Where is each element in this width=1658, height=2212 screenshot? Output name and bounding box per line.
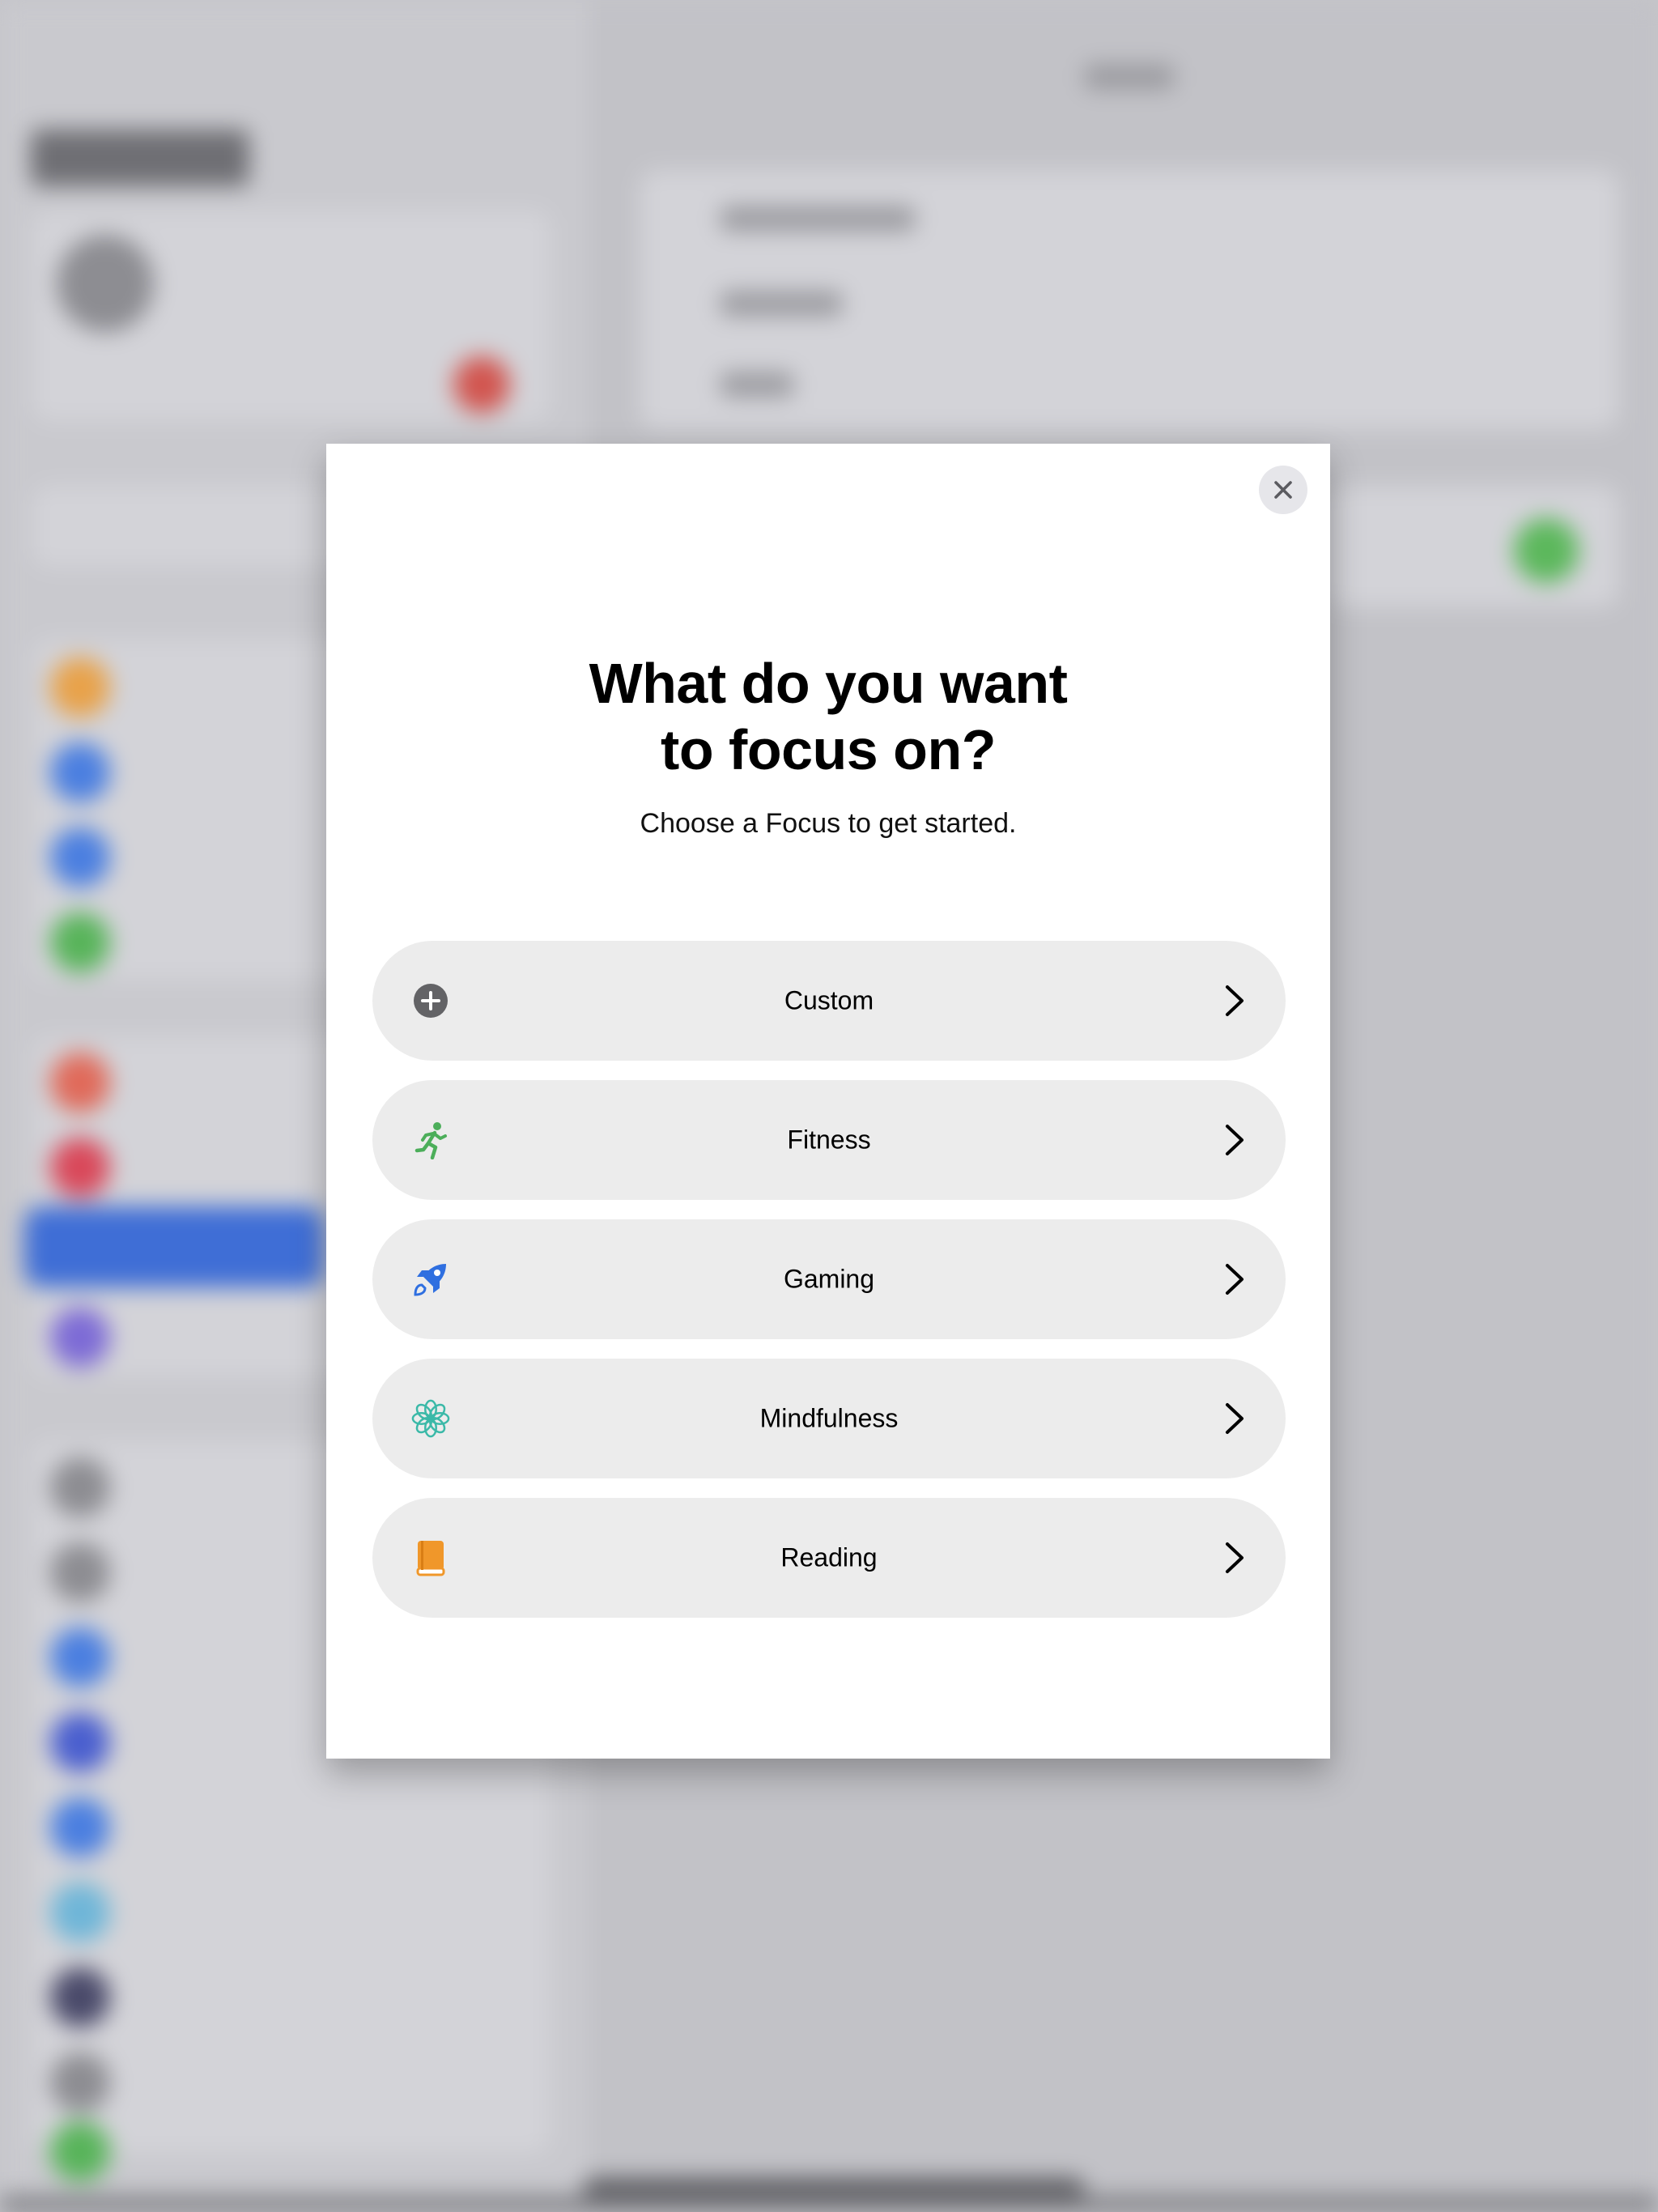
background-app-icon	[50, 657, 110, 717]
focus-options-list: Custom Fitness Gaming Mindfulness Readin…	[372, 941, 1286, 1637]
background-text	[721, 206, 915, 231]
focus-option-label: Gaming	[783, 1264, 875, 1294]
chevron-right-icon	[1226, 1264, 1244, 1295]
focus-option-reading[interactable]: Reading	[372, 1498, 1286, 1618]
background-avatar	[57, 235, 154, 332]
sheet-title-line-2: to focus on?	[661, 718, 996, 781]
focus-option-label: Custom	[784, 985, 874, 1015]
focus-option-label: Reading	[780, 1542, 878, 1572]
background-text	[721, 291, 842, 316]
background-app-icon	[50, 1542, 110, 1602]
background-app-icon	[50, 912, 110, 972]
background-title	[31, 130, 249, 186]
chevron-right-icon	[1226, 1542, 1244, 1573]
xmark-icon	[1274, 481, 1292, 499]
background-selected-row	[24, 1206, 324, 1287]
background-app-icon	[50, 1797, 110, 1857]
background-app-icon	[50, 1053, 110, 1112]
focus-picker-sheet: What do you want to focus on? Choose a F…	[326, 444, 1330, 1759]
sheet-subtitle: Choose a Focus to get started.	[640, 808, 1017, 839]
background-app-icon	[50, 1712, 110, 1772]
focus-option-label: Fitness	[787, 1125, 871, 1155]
background-app-icon	[50, 1138, 110, 1197]
chevron-right-icon	[1226, 985, 1244, 1016]
background-toggle	[1514, 518, 1579, 583]
background-app-icon	[50, 742, 110, 802]
background-app-icon	[50, 1457, 110, 1517]
background-text	[721, 372, 793, 397]
background-app-icon	[50, 1967, 110, 2027]
background-app-icon	[50, 1882, 110, 1942]
background-app-icon	[50, 1308, 110, 1368]
chevron-right-icon	[1226, 1125, 1244, 1155]
focus-option-mindfulness[interactable]: Mindfulness	[372, 1359, 1286, 1478]
sheet-title-line-1: What do you want	[589, 652, 1068, 715]
background-app-icon	[50, 2121, 110, 2181]
background-app-icon	[50, 827, 110, 887]
background-badge	[453, 356, 510, 413]
focus-option-label: Mindfulness	[759, 1403, 899, 1433]
background-app-icon	[50, 2052, 110, 2112]
chevron-right-icon	[1226, 1403, 1244, 1434]
focus-option-custom[interactable]: Custom	[372, 941, 1286, 1061]
background-app-icon	[50, 1627, 110, 1687]
background-text	[1085, 65, 1174, 89]
background-bottom-strip	[0, 2196, 1658, 2212]
close-button[interactable]	[1259, 466, 1307, 514]
focus-option-fitness[interactable]: Fitness	[372, 1080, 1286, 1200]
sheet-title: What do you want to focus on?	[326, 650, 1330, 783]
focus-option-gaming[interactable]: Gaming	[372, 1219, 1286, 1339]
